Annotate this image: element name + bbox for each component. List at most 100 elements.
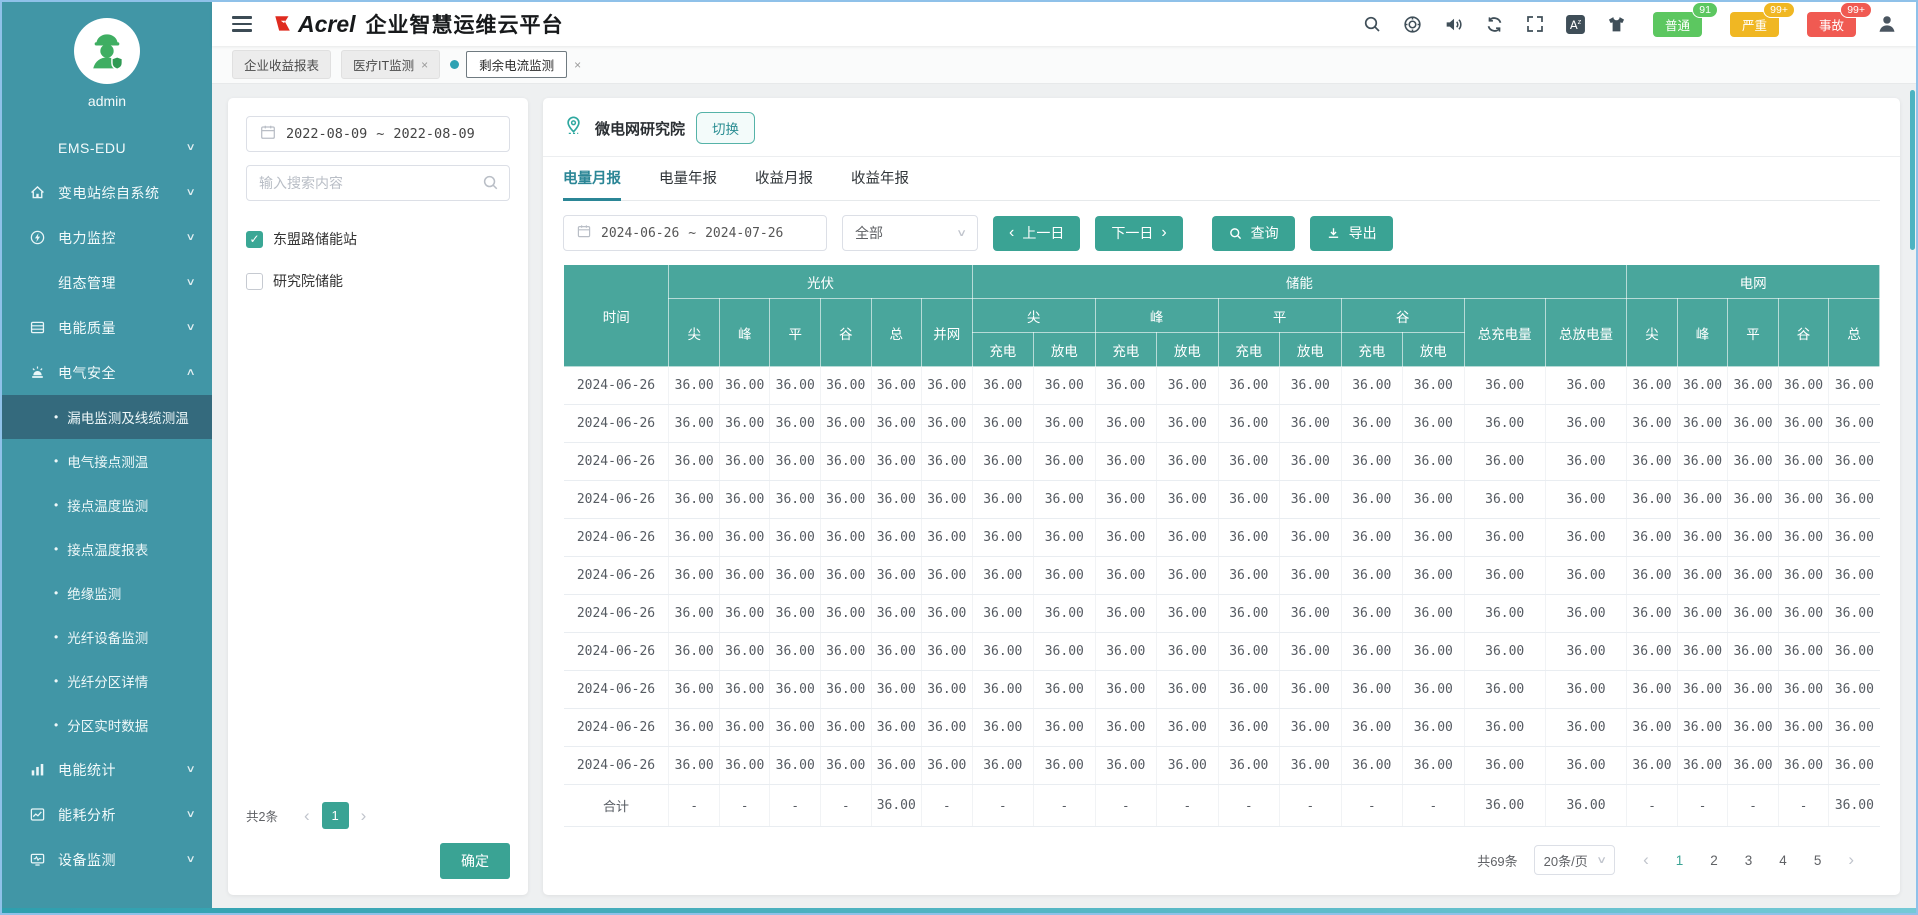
query-button[interactable]: 查询 — [1211, 215, 1295, 251]
page-size-select[interactable]: 20条/页 ∨ — [1533, 845, 1616, 875]
cell: 36.00 — [921, 594, 973, 633]
column-header: 充电 — [1094, 332, 1158, 367]
close-icon[interactable]: × — [421, 58, 428, 72]
cell: 36.00 — [1341, 632, 1404, 671]
calendar-icon — [576, 223, 592, 243]
column-header: 平 — [1727, 298, 1779, 367]
cell: 36.00 — [871, 480, 923, 519]
submenu-item-label: 接点温度监测 — [67, 499, 149, 514]
page-3[interactable]: 3 — [1745, 853, 1753, 868]
export-button[interactable]: 导出 — [1309, 215, 1393, 251]
sidebar-item-3[interactable]: 组态管理 ∨ — [2, 260, 212, 305]
tab-收益月报[interactable]: 收益月报 — [755, 157, 813, 201]
cell: 36.00 — [1677, 518, 1729, 557]
page-1[interactable]: 1 — [1676, 853, 1684, 868]
workspace-tab-0[interactable]: 企业收益报表 — [232, 50, 332, 79]
analysis-icon — [28, 806, 46, 824]
tab-电量年报[interactable]: 电量年报 — [659, 157, 717, 201]
alarm-badge-0[interactable]: 普通 91 — [1652, 2, 1718, 37]
prev-page-icon[interactable]: ‹ — [1643, 850, 1649, 870]
cell: 36.00 — [972, 708, 1035, 747]
filter-date-range[interactable]: 2022-08-09 ~ 2022-08-09 — [246, 116, 510, 152]
sidebar-item-5[interactable]: 电气安全 ∧ — [2, 350, 212, 395]
filter-date-start[interactable]: 2022-08-09 — [286, 126, 367, 142]
cell: 36.00 — [719, 480, 771, 519]
sidebar-item-label: 组态管理 — [58, 274, 116, 291]
cell: 36.00 — [1778, 442, 1830, 481]
switch-site-button[interactable]: 切换 — [696, 112, 756, 144]
search-icon[interactable] — [481, 173, 500, 197]
station-checkbox-1[interactable]: 研究院储能 — [246, 271, 510, 291]
report-date-range[interactable]: 2024-06-26 ~ 2024-07-26 — [563, 215, 827, 251]
scope-select[interactable]: 全部 ∨ — [842, 215, 978, 251]
cell: 36.00 — [820, 442, 872, 481]
sidebar-subitem-7[interactable]: • 分区实时数据 — [2, 703, 212, 747]
fullscreen-icon[interactable] — [1525, 14, 1545, 34]
support-icon[interactable] — [1402, 14, 1423, 35]
current-page-button[interactable]: 1 — [321, 802, 349, 829]
workspace-tab-1[interactable]: 医疗IT监测 × — [341, 50, 441, 79]
sidebar-item-2[interactable]: 电力监控 ∨ — [2, 215, 212, 260]
alarm-badge-1[interactable]: 严重 99+ — [1729, 2, 1795, 37]
sidebar-subitem-3[interactable]: • 接点温度报表 — [2, 527, 212, 571]
next-page-icon[interactable]: › — [361, 806, 367, 826]
cell: 36.00 — [1778, 480, 1830, 519]
user-icon[interactable] — [1876, 13, 1898, 35]
sidebar-item-4[interactable]: 电能质量 ∨ — [2, 305, 212, 350]
sidebar-item-6[interactable]: 电能统计 ∨ — [2, 747, 212, 792]
prev-day-button[interactable]: ‹ 上一日 — [993, 215, 1081, 251]
tab-电量月报[interactable]: 电量月报 — [563, 157, 621, 201]
cell: 36.00 — [1727, 404, 1779, 443]
report-date-end[interactable]: 2024-07-26 — [705, 226, 783, 241]
scrollbar-thumb[interactable] — [1910, 90, 1915, 250]
translate-icon[interactable]: Az — [1565, 14, 1586, 35]
next-page-icon[interactable]: › — [1848, 850, 1854, 870]
page-size-value: 20条/页 — [1543, 853, 1588, 869]
cell: 36.00 — [1218, 708, 1281, 747]
sidebar-subitem-1[interactable]: • 电气接点测温 — [2, 439, 212, 483]
sidebar-item-7[interactable]: 能耗分析 ∨ — [2, 792, 212, 837]
alarm-badge-2[interactable]: 事故 99+ — [1806, 2, 1872, 37]
sidebar-subitem-0[interactable]: • 漏电监测及线缆测温 — [2, 395, 212, 439]
column-header: 尖 — [668, 298, 720, 367]
search-icon[interactable] — [1362, 14, 1382, 34]
cell: 36.00 — [1727, 746, 1779, 785]
checkbox-unchecked-icon[interactable] — [246, 272, 263, 290]
next-day-button[interactable]: 下一日 › — [1095, 215, 1183, 251]
checkbox-checked-icon[interactable]: ✓ — [246, 230, 263, 248]
sidebar-item-0[interactable]: EMS-EDU ∨ — [2, 125, 212, 170]
cell: 36.00 — [1402, 404, 1465, 443]
page-5[interactable]: 5 — [1814, 853, 1822, 868]
theme-icon[interactable] — [1606, 14, 1627, 35]
close-icon[interactable]: × — [574, 58, 581, 72]
table-row: 2024-06-26 36.00 36.00 36.00 36.00 36.00 36.00… — [563, 556, 1880, 595]
tab-收益年报[interactable]: 收益年报 — [851, 157, 909, 201]
station-checkbox-0[interactable]: ✓ 东盟路储能站 — [246, 229, 510, 249]
search-input[interactable] — [246, 165, 510, 201]
prev-page-icon[interactable]: ‹ — [304, 806, 310, 826]
sound-icon[interactable] — [1443, 14, 1464, 35]
sidebar-subitem-6[interactable]: • 光纤分区详情 — [2, 659, 212, 703]
page-2[interactable]: 2 — [1710, 853, 1718, 868]
filter-date-end[interactable]: 2022-08-09 — [393, 126, 474, 142]
cell: 36.00 — [1828, 518, 1880, 557]
sidebar-subitem-5[interactable]: • 光纤设备监测 — [2, 615, 212, 659]
cell: 36.00 — [1464, 404, 1546, 443]
sidebar-subitem-2[interactable]: • 接点温度监测 — [2, 483, 212, 527]
collapse-menu-icon[interactable] — [232, 16, 252, 32]
cell: 36.00 — [1828, 594, 1880, 633]
report-date-start[interactable]: 2024-06-26 — [601, 226, 679, 241]
refresh-icon[interactable] — [1484, 14, 1505, 35]
workspace-tab-2[interactable]: 剩余电流监测 × — [450, 51, 581, 78]
alarm-badges: 普通 91 严重 99+ 事故 99+ — [1652, 2, 1872, 37]
sidebar-item-1[interactable]: 变电站综自系统 ∨ — [2, 170, 212, 215]
sidebar-item-8[interactable]: 设备监测 ∨ — [2, 837, 212, 882]
page-4[interactable]: 4 — [1779, 853, 1787, 868]
cell: 36.00 — [719, 442, 771, 481]
column-header: 放电 — [1402, 332, 1465, 367]
sidebar-subitem-4[interactable]: • 绝缘监测 — [2, 571, 212, 615]
cell: 36.00 — [1095, 404, 1158, 443]
cell: 36.00 — [1402, 594, 1465, 633]
confirm-button[interactable]: 确定 — [440, 843, 510, 879]
cell: 36.00 — [1464, 518, 1546, 557]
